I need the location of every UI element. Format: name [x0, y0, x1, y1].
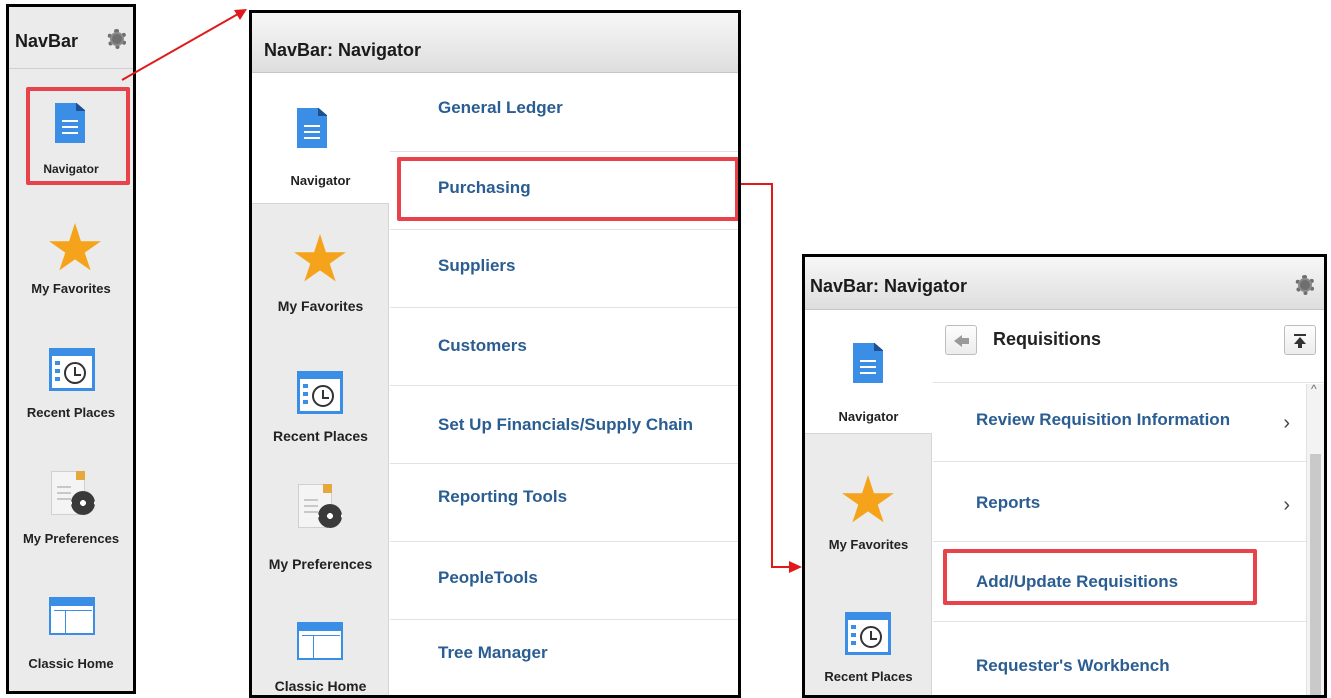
tile-column: Navigator My Favorites Recent Places	[805, 311, 932, 695]
menu-item-label: Reporting Tools	[438, 487, 568, 506]
tile-label: Navigator	[838, 409, 899, 424]
breadcrumb: Requisitions	[993, 329, 1102, 349]
menu-item-label: Customers	[438, 336, 527, 355]
arrow-line-2	[736, 183, 790, 568]
tile-navigator[interactable]: Navigator	[252, 74, 389, 204]
tile-recent-places[interactable]: Recent Places	[805, 611, 932, 695]
navigator-icon	[853, 343, 883, 383]
scrollbar-thumb[interactable]	[1310, 454, 1321, 695]
menu-item-review-requisition-information[interactable]: Review Requisition Information ›	[933, 384, 1306, 462]
menu-item-general-ledger[interactable]: General Ledger	[390, 74, 738, 152]
tile-label: Recent Places	[273, 428, 368, 444]
tile-navigator[interactable]: Navigator	[805, 311, 932, 434]
tile-my-favorites[interactable]: My Favorites	[805, 475, 932, 575]
menu-item-label: Reports	[976, 493, 1041, 512]
back-button[interactable]	[945, 325, 977, 355]
menu-item-label: General Ledger	[438, 98, 563, 117]
tile-classic-home[interactable]: Classic Home	[252, 622, 389, 695]
chevron-right-icon: ›	[1283, 494, 1290, 516]
requisitions-title: NavBar: Navigator	[810, 276, 968, 296]
tile-recent-places[interactable]: Recent Places	[252, 370, 389, 470]
menu-item-label: Tree Manager	[438, 643, 548, 662]
menu-item-suppliers[interactable]: Suppliers	[390, 230, 738, 308]
tile-label: Recent Places	[824, 669, 913, 684]
menu-item-tree-manager[interactable]: Tree Manager	[390, 620, 738, 695]
gear-icon[interactable]	[1295, 275, 1315, 295]
star-icon	[842, 475, 894, 523]
menu-item-customers[interactable]: Customers	[390, 308, 738, 386]
menu-item-label: Set Up Financials/Supply Chain	[438, 415, 694, 434]
menu-item-reporting-tools[interactable]: Reporting Tools	[390, 464, 738, 542]
calendar-clock-icon	[297, 371, 343, 414]
tile-label: My Preferences	[268, 556, 373, 572]
menu-item-label: Suppliers	[438, 256, 516, 275]
navigator-icon	[297, 108, 327, 148]
menu-item-peopletools[interactable]: PeopleTools	[390, 542, 738, 620]
menu-item-label: PeopleTools	[438, 568, 538, 587]
top-bar-icon	[1294, 334, 1306, 336]
requisitions-menu: Review Requisition Information › Reports…	[933, 384, 1306, 695]
requisitions-panel: NavBar: Navigator Navigator My Favorites…	[802, 254, 1327, 698]
scroll-top-button[interactable]	[1284, 325, 1316, 355]
tile-my-preferences[interactable]: My Preferences	[252, 484, 389, 584]
navigator-title: NavBar: Navigator	[264, 40, 422, 60]
classic-home-icon	[297, 622, 343, 660]
tile-label: My Favorites	[277, 298, 364, 314]
menu-item-set-up-financials[interactable]: Set Up Financials/Supply Chain	[390, 386, 738, 464]
tile-label: Navigator	[290, 173, 351, 188]
highlight-box	[943, 549, 1257, 605]
tile-column: Navigator My Favorites Recent Places My …	[252, 74, 389, 695]
scroll-up-icon[interactable]: ^	[1311, 382, 1317, 396]
scrollbar[interactable]: ^	[1306, 382, 1324, 695]
requisitions-header: NavBar: Navigator	[805, 257, 1324, 310]
menu-item-label: Requester's Workbench	[976, 656, 1170, 675]
arrowhead-2	[789, 561, 802, 573]
tile-my-favorites[interactable]: My Favorites	[252, 234, 389, 334]
navigator-header: NavBar: Navigator	[252, 13, 738, 73]
arrow-line-1	[121, 13, 239, 81]
gear-icon	[318, 504, 342, 528]
tile-label: Classic Home	[274, 678, 367, 694]
star-icon	[294, 234, 346, 282]
menu-item-reports[interactable]: Reports ›	[933, 462, 1306, 542]
menu-item-requesters-workbench[interactable]: Requester's Workbench	[933, 622, 1306, 695]
highlight-box	[397, 157, 738, 221]
chevron-right-icon: ›	[1283, 412, 1290, 434]
breadcrumb-bar: Requisitions	[933, 311, 1324, 383]
navigator-panel: NavBar: Navigator Navigator My Favorites…	[249, 10, 741, 698]
menu-item-label: Review Requisition Information	[976, 410, 1231, 429]
calendar-clock-icon	[845, 612, 891, 655]
tile-label: My Favorites	[828, 537, 909, 552]
